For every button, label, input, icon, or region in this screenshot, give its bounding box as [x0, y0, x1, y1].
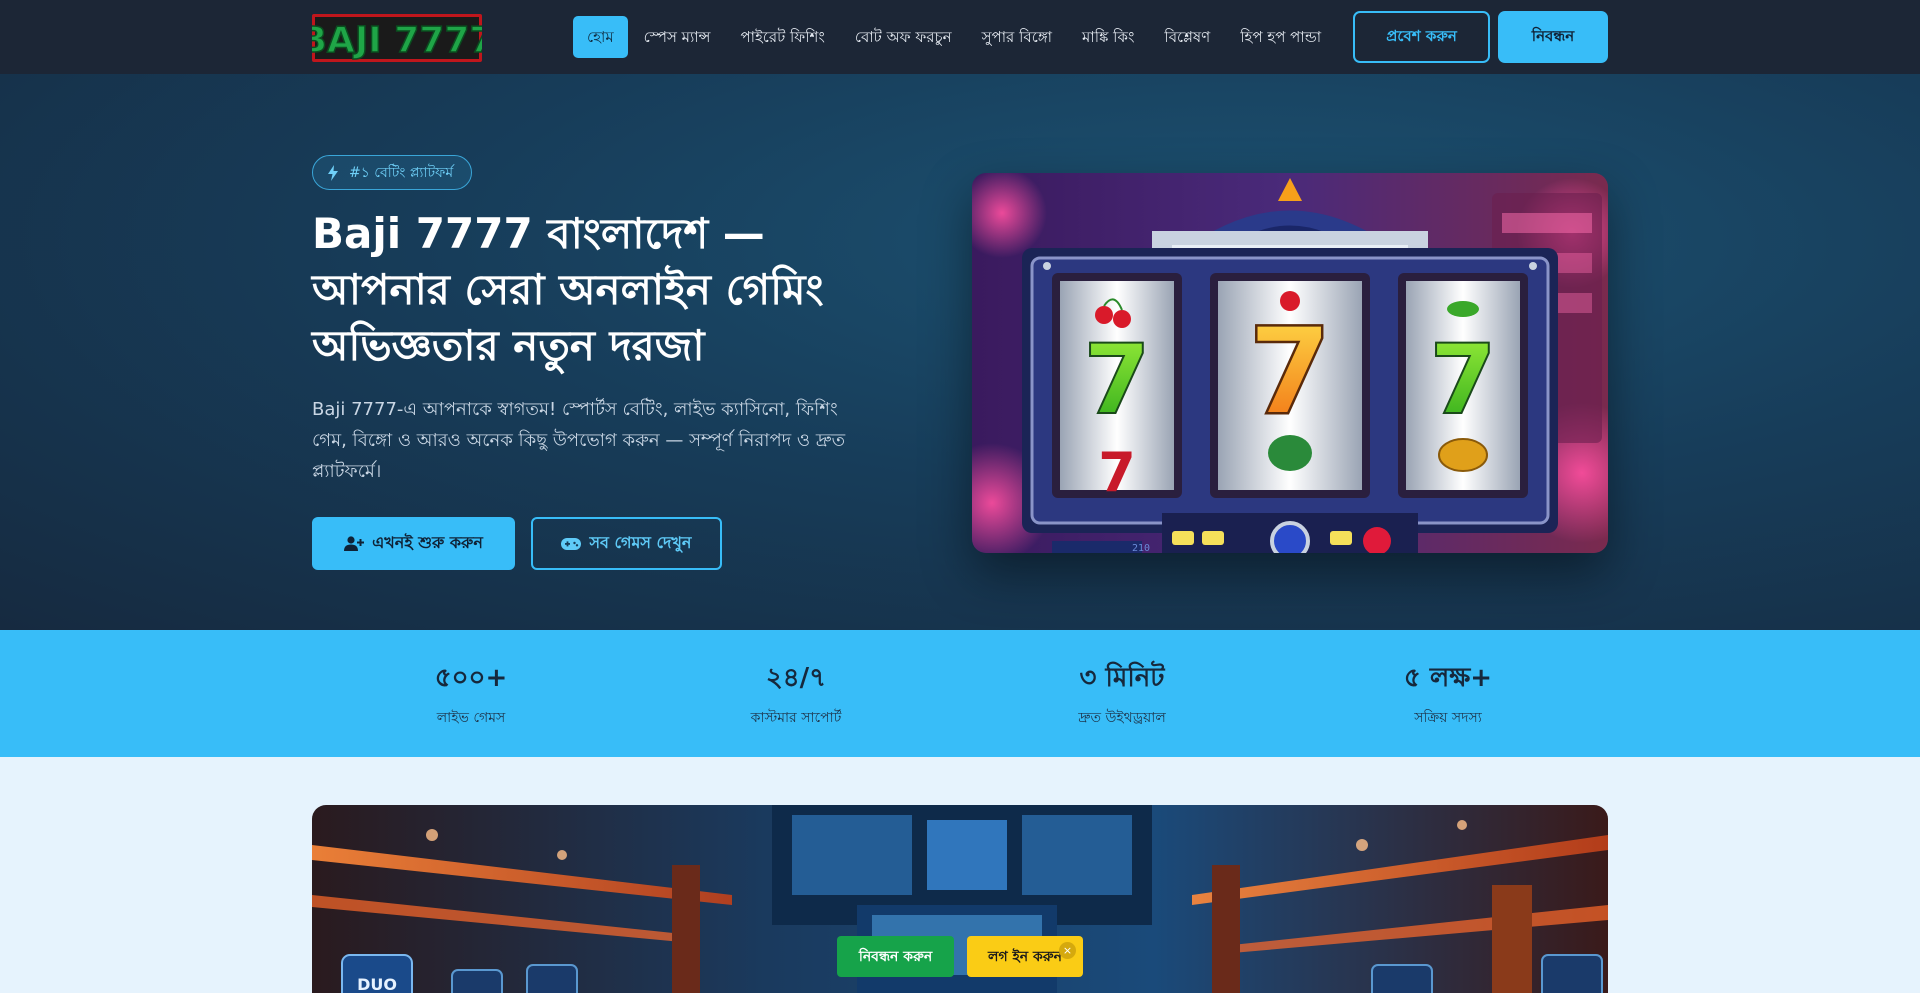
site-logo[interactable]: BAJI 7777	[312, 14, 482, 62]
nav-link-boat-of-fortune[interactable]: বোট অফ ফরচুন	[841, 16, 966, 58]
start-now-label: এখনই শুরু করুন	[372, 533, 483, 552]
stat-live-games: ৫০০+ লাইভ গেমস	[341, 660, 601, 730]
close-icon[interactable]: ×	[1059, 942, 1076, 959]
nav-links: হোম স্পেস ম্যান্স পাইরেট ফিশিং বোট অফ ফর…	[573, 16, 1337, 58]
nav-link-monkey-king[interactable]: মাঙ্কি কিং	[1068, 16, 1148, 58]
register-button[interactable]: নিবন্ধন	[1498, 11, 1608, 63]
stat-label: কাস্টমার সাপোর্ট	[750, 710, 842, 726]
login-button[interactable]: প্রবেশ করুন	[1353, 11, 1490, 63]
nav-link-super-bingo[interactable]: সুপার বিঙ্গো	[968, 16, 1066, 58]
nav-link-home[interactable]: হোম	[573, 16, 628, 58]
sticky-register-button[interactable]: নিবন্ধন করুন	[837, 936, 954, 977]
stat-value: ২৪/৭	[765, 663, 827, 693]
nav-link-spaceman[interactable]: স্পেস ম্যান্স	[630, 16, 725, 58]
nav-link-pirate-fishing[interactable]: পাইরেট ফিশিং	[726, 16, 838, 58]
slot-machine-image: 7 7 7 7 210	[972, 173, 1608, 553]
stat-value: ৫ লক্ষ+	[1403, 663, 1493, 693]
stat-label: দ্রুত উইথড্রয়াল	[1078, 710, 1166, 726]
stat-label: সক্রিয় সদস্য	[1414, 710, 1482, 726]
hero-description: Baji 7777-এ আপনাকে স্বাগতম! স্পোর্টস বেট…	[312, 399, 846, 482]
stat-value: ৫০০+	[434, 663, 508, 693]
logo-text: BAJI 7777	[312, 20, 482, 61]
view-all-games-button[interactable]: সব গেমস দেখুন	[531, 517, 722, 570]
user-plus-icon	[344, 535, 365, 551]
stat-value: ৩ মিনিট	[1079, 663, 1165, 693]
top-navbar: BAJI 7777 হোম স্পেস ম্যান্স পাইরেট ফিশিং…	[0, 0, 1920, 74]
stat-label: লাইভ গেমস	[436, 710, 506, 726]
svg-text:7: 7	[1248, 303, 1332, 442]
svg-text:7: 7	[1430, 324, 1497, 436]
svg-text:7: 7	[1084, 324, 1151, 436]
gamepad-icon	[561, 537, 582, 550]
start-now-button[interactable]: এখনই শুরু করুন	[312, 517, 515, 570]
svg-text:7: 7	[1098, 441, 1136, 504]
stat-active-members: ৫ লক্ষ+ সক্রিয় সদস্য	[1318, 660, 1578, 730]
badge-text: #১ বেটিং প্ল্যাটফর্ম	[349, 164, 454, 181]
platform-badge: #১ বেটিং প্ল্যাটফর্ম	[312, 155, 473, 190]
stat-fast-withdrawal: ৩ মিনিট দ্রুত উইথড্রয়াল	[992, 660, 1252, 730]
slot-counter: 210	[1132, 543, 1150, 553]
lightning-icon	[328, 164, 338, 181]
nav-link-hip-hop-panda[interactable]: হিপ হপ পান্ডা	[1226, 16, 1335, 58]
hero-title: Baji 7777 বাংলাদেশ — আপনার সেরা অনলাইন গ…	[312, 209, 824, 370]
hero-section: #১ বেটিং প্ল্যাটফর্ম Baji 7777 বাংলাদেশ …	[0, 74, 1920, 630]
nav-link-analysis[interactable]: বিশ্লেষণ	[1150, 16, 1224, 58]
casino-interior-image: DUO	[312, 805, 1608, 993]
svg-text:DUO: DUO	[357, 975, 397, 993]
stats-bar: ৫০০+ লাইভ গেমস ২৪/৭ কাস্টমার সাপোর্ট ৩ ম…	[0, 630, 1920, 757]
view-all-games-label: সব গেমস দেখুন	[589, 533, 692, 552]
stat-customer-support: ২৪/৭ কাস্টমার সাপোর্ট	[666, 660, 926, 730]
